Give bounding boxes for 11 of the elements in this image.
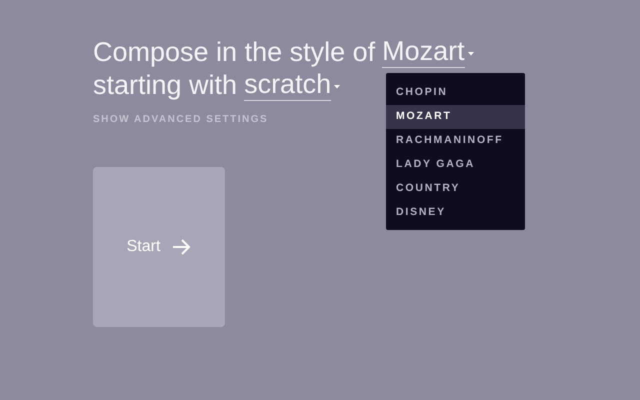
- dropdown-item[interactable]: DISNEY: [386, 201, 525, 225]
- dropdown-item[interactable]: MOZART: [386, 105, 525, 129]
- dropdown-item[interactable]: CHOPIN: [386, 81, 525, 105]
- prompt-text: starting with: [93, 72, 238, 99]
- dropdown-item[interactable]: RACHMANINOFF: [386, 129, 525, 153]
- dropdown-item[interactable]: LADY GAGA: [386, 153, 525, 177]
- caret-icon: [334, 84, 340, 88]
- prompt-text: Compose in the style of: [93, 39, 376, 66]
- caret-icon: [468, 52, 474, 56]
- dropdown-item[interactable]: COUNTRY: [386, 177, 525, 201]
- arrow-right-icon: [172, 239, 192, 255]
